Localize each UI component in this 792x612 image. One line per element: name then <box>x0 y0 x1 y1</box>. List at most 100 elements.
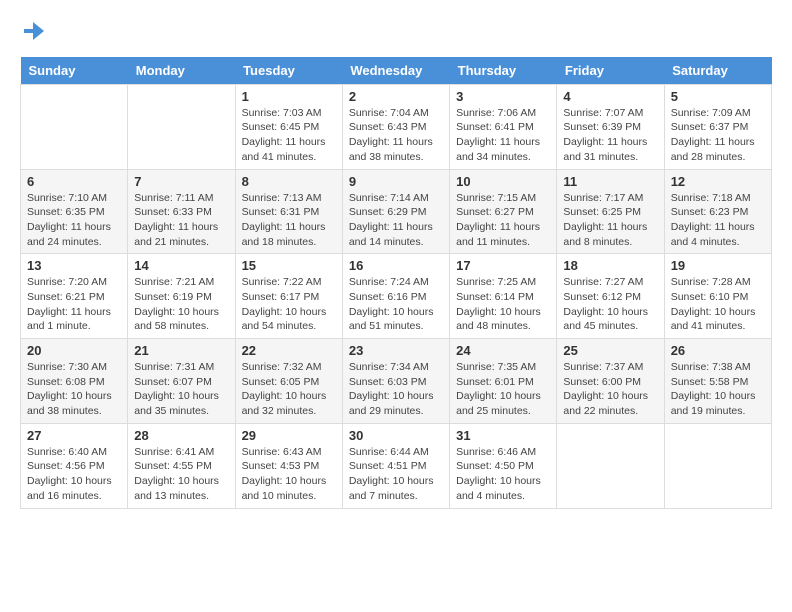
day-info: Sunrise: 7:20 AM Sunset: 6:21 PM Dayligh… <box>27 275 121 334</box>
col-wednesday: Wednesday <box>342 57 449 85</box>
table-row: 22Sunrise: 7:32 AM Sunset: 6:05 PM Dayli… <box>235 339 342 424</box>
logo-bird-icon <box>22 20 44 42</box>
day-number: 2 <box>349 89 443 104</box>
table-row: 18 Sunrise: 7:27 AM Sunset: 6:12 PM Dayli… <box>557 254 664 339</box>
table-row: 31 Sunrise: 6:46 AM Sunset: 4:50 PM Dayli… <box>450 423 557 508</box>
day-number: 4 <box>563 89 657 104</box>
table-row <box>664 423 771 508</box>
page-header <box>10 10 782 52</box>
table-row: 29 Sunrise: 6:43 AM Sunset: 4:53 PM Dayli… <box>235 423 342 508</box>
day-info: Sunrise: 7:13 AM Sunset: 6:31 PM Dayligh… <box>242 191 336 250</box>
table-row: 21 Sunrise: 7:31 AM Sunset: 6:07 PM Dayli… <box>128 339 235 424</box>
calendar-header-row: Sunday Monday Tuesday Wednesday Thursday… <box>21 57 772 85</box>
calendar-week-row: 1 Sunrise: 7:03 AM Sunset: 6:45 PM Daylig… <box>21 84 772 169</box>
calendar-week-row: 20 Sunrise: 7:30 AM Sunset: 6:08 PM Dayli… <box>21 339 772 424</box>
table-row: 27Sunrise: 6:40 AM Sunset: 4:56 PM Dayli… <box>21 423 128 508</box>
col-tuesday: Tuesday <box>235 57 342 85</box>
col-sunday: Sunday <box>21 57 128 85</box>
day-number: 27 <box>27 428 121 443</box>
day-number: 17 <box>456 258 550 273</box>
day-number: 18 <box>563 258 657 273</box>
table-row: 19 Sunrise: 7:28 AM Sunset: 6:10 PM Dayli… <box>664 254 771 339</box>
day-number: 21 <box>134 343 228 358</box>
day-info: Sunrise: 7:06 AM Sunset: 6:41 PM Dayligh… <box>456 106 550 165</box>
day-number: 12 <box>671 174 765 189</box>
table-row: 9Sunrise: 7:14 AM Sunset: 6:29 PM Daylig… <box>342 169 449 254</box>
table-row: 10 Sunrise: 7:15 AM Sunset: 6:27 PM Dayli… <box>450 169 557 254</box>
day-number: 3 <box>456 89 550 104</box>
day-number: 16 <box>349 258 443 273</box>
day-info: Sunrise: 7:27 AM Sunset: 6:12 PM Dayligh… <box>563 275 657 334</box>
day-info: Sunrise: 7:21 AM Sunset: 6:19 PM Dayligh… <box>134 275 228 334</box>
table-row: 30 Sunrise: 6:44 AM Sunset: 4:51 PM Dayli… <box>342 423 449 508</box>
day-info: Sunrise: 7:03 AM Sunset: 6:45 PM Dayligh… <box>242 106 336 165</box>
day-number: 8 <box>242 174 336 189</box>
calendar-week-row: 13 Sunrise: 7:20 AM Sunset: 6:21 PM Dayli… <box>21 254 772 339</box>
table-row: 7 Sunrise: 7:11 AM Sunset: 6:33 PM Daylig… <box>128 169 235 254</box>
day-number: 6 <box>27 174 121 189</box>
day-info: Sunrise: 7:11 AM Sunset: 6:33 PM Dayligh… <box>134 191 228 250</box>
table-row: 16Sunrise: 7:24 AM Sunset: 6:16 PM Dayli… <box>342 254 449 339</box>
day-number: 13 <box>27 258 121 273</box>
col-monday: Monday <box>128 57 235 85</box>
day-info: Sunrise: 7:07 AM Sunset: 6:39 PM Dayligh… <box>563 106 657 165</box>
table-row: 14 Sunrise: 7:21 AM Sunset: 6:19 PM Dayli… <box>128 254 235 339</box>
day-number: 10 <box>456 174 550 189</box>
table-row: 17 Sunrise: 7:25 AM Sunset: 6:14 PM Dayli… <box>450 254 557 339</box>
calendar-week-row: 27Sunrise: 6:40 AM Sunset: 4:56 PM Dayli… <box>21 423 772 508</box>
day-info: Sunrise: 7:17 AM Sunset: 6:25 PM Dayligh… <box>563 191 657 250</box>
day-info: Sunrise: 6:46 AM Sunset: 4:50 PM Dayligh… <box>456 445 550 504</box>
calendar-week-row: 6 Sunrise: 7:10 AM Sunset: 6:35 PM Daylig… <box>21 169 772 254</box>
logo <box>20 20 44 47</box>
table-row: 4 Sunrise: 7:07 AM Sunset: 6:39 PM Daylig… <box>557 84 664 169</box>
day-number: 9 <box>349 174 443 189</box>
table-row: 8 Sunrise: 7:13 AM Sunset: 6:31 PM Daylig… <box>235 169 342 254</box>
day-number: 14 <box>134 258 228 273</box>
day-info: Sunrise: 7:10 AM Sunset: 6:35 PM Dayligh… <box>27 191 121 250</box>
table-row: 11 Sunrise: 7:17 AM Sunset: 6:25 PM Dayli… <box>557 169 664 254</box>
day-number: 5 <box>671 89 765 104</box>
day-info: Sunrise: 6:43 AM Sunset: 4:53 PM Dayligh… <box>242 445 336 504</box>
day-info: Sunrise: 7:28 AM Sunset: 6:10 PM Dayligh… <box>671 275 765 334</box>
day-info: Sunrise: 7:35 AM Sunset: 6:01 PM Dayligh… <box>456 360 550 419</box>
table-row <box>128 84 235 169</box>
table-row: 15 Sunrise: 7:22 AM Sunset: 6:17 PM Dayli… <box>235 254 342 339</box>
day-number: 15 <box>242 258 336 273</box>
day-number: 24 <box>456 343 550 358</box>
table-row: 2 Sunrise: 7:04 AM Sunset: 6:43 PM Daylig… <box>342 84 449 169</box>
table-row: 24 Sunrise: 7:35 AM Sunset: 6:01 PM Dayli… <box>450 339 557 424</box>
day-info: Sunrise: 7:15 AM Sunset: 6:27 PM Dayligh… <box>456 191 550 250</box>
day-info: Sunrise: 7:18 AM Sunset: 6:23 PM Dayligh… <box>671 191 765 250</box>
day-number: 29 <box>242 428 336 443</box>
table-row: 23Sunrise: 7:34 AM Sunset: 6:03 PM Dayli… <box>342 339 449 424</box>
table-row <box>21 84 128 169</box>
col-thursday: Thursday <box>450 57 557 85</box>
day-number: 11 <box>563 174 657 189</box>
day-info: Sunrise: 7:22 AM Sunset: 6:17 PM Dayligh… <box>242 275 336 334</box>
day-info: Sunrise: 7:31 AM Sunset: 6:07 PM Dayligh… <box>134 360 228 419</box>
day-info: Sunrise: 6:44 AM Sunset: 4:51 PM Dayligh… <box>349 445 443 504</box>
day-info: Sunrise: 7:25 AM Sunset: 6:14 PM Dayligh… <box>456 275 550 334</box>
day-info: Sunrise: 7:32 AM Sunset: 6:05 PM Dayligh… <box>242 360 336 419</box>
day-number: 31 <box>456 428 550 443</box>
table-row: 25Sunrise: 7:37 AM Sunset: 6:00 PM Dayli… <box>557 339 664 424</box>
day-info: Sunrise: 7:34 AM Sunset: 6:03 PM Dayligh… <box>349 360 443 419</box>
day-number: 28 <box>134 428 228 443</box>
day-number: 25 <box>563 343 657 358</box>
table-row: 1 Sunrise: 7:03 AM Sunset: 6:45 PM Daylig… <box>235 84 342 169</box>
day-info: Sunrise: 7:30 AM Sunset: 6:08 PM Dayligh… <box>27 360 121 419</box>
table-row <box>557 423 664 508</box>
table-row: 26Sunrise: 7:38 AM Sunset: 5:58 PM Dayli… <box>664 339 771 424</box>
day-number: 26 <box>671 343 765 358</box>
table-row: 6 Sunrise: 7:10 AM Sunset: 6:35 PM Daylig… <box>21 169 128 254</box>
table-row: 3 Sunrise: 7:06 AM Sunset: 6:41 PM Daylig… <box>450 84 557 169</box>
day-number: 30 <box>349 428 443 443</box>
day-number: 19 <box>671 258 765 273</box>
day-number: 20 <box>27 343 121 358</box>
table-row: 5 Sunrise: 7:09 AM Sunset: 6:37 PM Daylig… <box>664 84 771 169</box>
day-info: Sunrise: 7:09 AM Sunset: 6:37 PM Dayligh… <box>671 106 765 165</box>
table-row: 13 Sunrise: 7:20 AM Sunset: 6:21 PM Dayli… <box>21 254 128 339</box>
day-number: 7 <box>134 174 228 189</box>
day-number: 1 <box>242 89 336 104</box>
day-info: Sunrise: 7:04 AM Sunset: 6:43 PM Dayligh… <box>349 106 443 165</box>
